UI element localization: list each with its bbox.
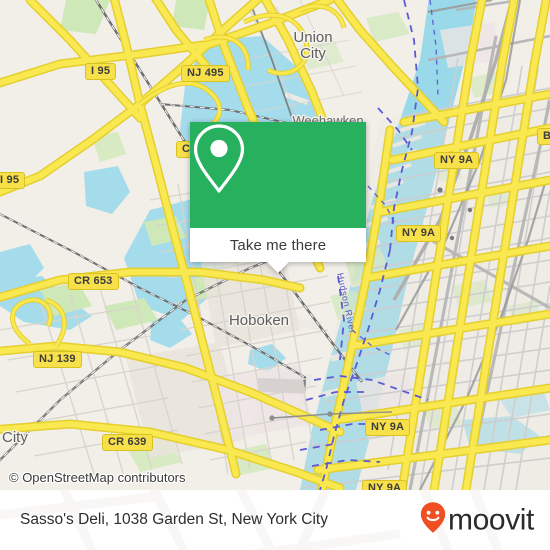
moovit-smiley-pin-icon	[420, 502, 446, 539]
moovit-wordmark: moovit	[448, 503, 534, 536]
route-shield-nj-139[interactable]: NJ 139	[33, 351, 82, 368]
route-shield-cr-639[interactable]: CR 639	[102, 434, 153, 451]
route-shield-broadway[interactable]: B	[537, 128, 550, 145]
route-shield-ny-9a-edge[interactable]: NY 9A	[362, 480, 408, 490]
route-shield-nj-495[interactable]: NJ 495	[181, 65, 230, 82]
route-shield-ny-9a-south[interactable]: NY 9A	[365, 419, 411, 436]
osm-attribution: © OpenStreetMap contributors	[9, 470, 186, 485]
route-shield-i-95-west[interactable]: I 95	[0, 172, 26, 189]
location-callout[interactable]: Take me there	[190, 122, 366, 273]
map-canvas[interactable]: Union City Weehawken Hoboken City Hudson…	[0, 0, 550, 490]
moovit-map-share-card: Union City Weehawken Hoboken City Hudson…	[0, 0, 550, 550]
location-title: Sasso's Deli, 1038 Garden St, New York C…	[20, 511, 328, 528]
route-shield-ny-9a-north[interactable]: NY 9A	[434, 152, 480, 169]
route-shield-i-95-north[interactable]: I 95	[85, 63, 117, 80]
callout-action-bar[interactable]: Take me there	[190, 228, 366, 262]
route-shield-ny-9a-mid[interactable]: NY 9A	[396, 225, 442, 242]
route-shield-cr-653[interactable]: CR 653	[68, 273, 119, 290]
take-me-there-label: Take me there	[229, 236, 327, 254]
callout-header	[190, 122, 366, 228]
callout-pointer-tail	[267, 262, 289, 273]
moovit-brand[interactable]: moovit	[420, 502, 534, 539]
footer-bar: Sasso's Deli, 1038 Garden St, New York C…	[0, 490, 550, 550]
